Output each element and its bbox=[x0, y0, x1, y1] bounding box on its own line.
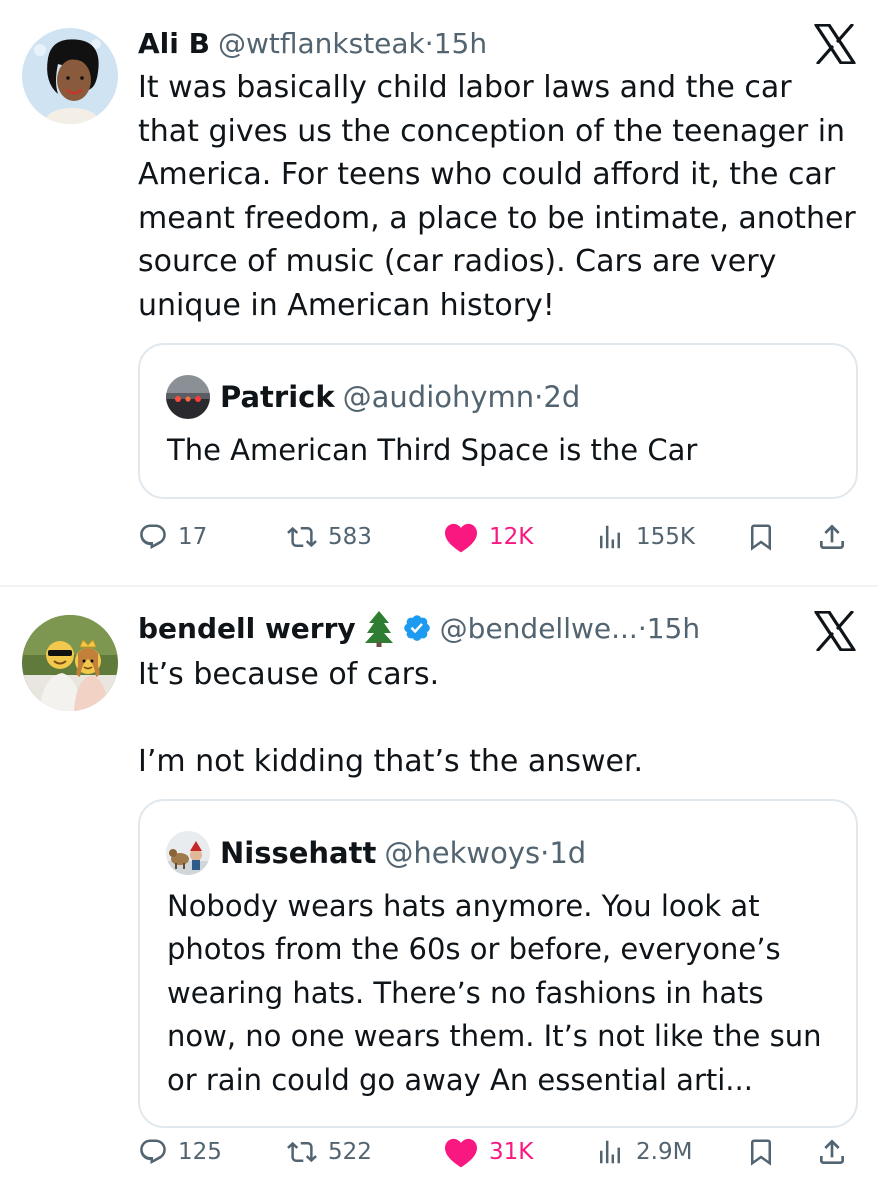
share-button[interactable] bbox=[816, 1127, 848, 1177]
quote-header: Nissehatt @hekwoys · 1d bbox=[166, 831, 586, 875]
quote-header: Patrick @audiohymn · 2d bbox=[166, 375, 580, 419]
quote-author-handle[interactable]: @hekwoys bbox=[384, 836, 540, 870]
quote-timestamp[interactable]: 1d bbox=[549, 836, 586, 870]
repost-button[interactable]: 522 bbox=[286, 1127, 372, 1177]
bookmark-icon bbox=[746, 521, 776, 553]
views-icon bbox=[594, 1137, 626, 1167]
quoted-tweet[interactable]: Nissehatt @hekwoys · 1d Nobody wears hat… bbox=[138, 799, 858, 1128]
views-button[interactable]: 155K bbox=[594, 512, 695, 562]
reply-icon bbox=[138, 522, 168, 552]
repost-icon bbox=[286, 1137, 318, 1167]
quote-author-handle[interactable]: @audiohymn bbox=[343, 380, 535, 414]
reply-count: 17 bbox=[178, 524, 208, 550]
quoted-tweet[interactable]: Patrick @audiohymn · 2d The American Thi… bbox=[138, 343, 858, 499]
verified-badge-icon[interactable] bbox=[402, 613, 432, 643]
x-logo-icon bbox=[814, 23, 856, 65]
like-button[interactable]: 31K bbox=[443, 1127, 533, 1177]
separator: · bbox=[424, 26, 434, 60]
quote-timestamp[interactable]: 2d bbox=[543, 380, 580, 414]
share-icon bbox=[816, 521, 848, 553]
evergreen-tree-icon bbox=[364, 609, 394, 647]
reply-button[interactable]: 125 bbox=[138, 1127, 222, 1177]
quote-text: Nobody wears hats anymore. You look at p… bbox=[167, 889, 822, 1097]
reply-count: 125 bbox=[178, 1139, 222, 1165]
avatar[interactable] bbox=[22, 615, 118, 711]
quote-avatar bbox=[166, 831, 210, 875]
like-count: 31K bbox=[489, 1139, 534, 1165]
separator: · bbox=[534, 380, 544, 414]
tweet[interactable]: bendell werry @bendellwe... · 15h It’s b… bbox=[0, 587, 878, 1200]
views-count: 2.9M bbox=[636, 1139, 693, 1165]
tweet-text: It was basically child labor laws and th… bbox=[138, 70, 866, 323]
quote-text: The American Third Space is the Car bbox=[167, 433, 698, 467]
like-count: 12K bbox=[489, 524, 534, 550]
bookmark-button[interactable] bbox=[746, 1127, 776, 1177]
heart-icon bbox=[443, 1136, 479, 1168]
repost-count: 583 bbox=[328, 524, 372, 550]
views-button[interactable]: 2.9M bbox=[594, 1127, 692, 1177]
separator: · bbox=[540, 836, 550, 870]
heart-icon bbox=[443, 521, 479, 553]
tweet-text: It’s because of cars. I’m not kidding th… bbox=[138, 657, 644, 779]
bookmark-icon bbox=[746, 1136, 776, 1168]
reply-icon bbox=[138, 1137, 168, 1167]
author-name[interactable]: bendell werry bbox=[138, 612, 356, 645]
reply-button[interactable]: 17 bbox=[138, 512, 207, 562]
author-handle[interactable]: @wtflanksteak bbox=[218, 27, 425, 60]
share-icon bbox=[816, 1136, 848, 1168]
separator: · bbox=[637, 611, 647, 645]
quote-avatar bbox=[166, 375, 210, 419]
timestamp[interactable]: 15h bbox=[434, 27, 487, 60]
timestamp[interactable]: 15h bbox=[647, 612, 700, 645]
action-bar: 125 522 31K 2.9M bbox=[0, 1127, 878, 1177]
views-count: 155K bbox=[636, 524, 695, 550]
action-bar: 17 583 12K 155K bbox=[0, 512, 878, 562]
author-name[interactable]: Ali B bbox=[138, 27, 210, 60]
tweet[interactable]: Ali B @wtflanksteak · 15h It was basical… bbox=[0, 0, 878, 585]
repost-button[interactable]: 583 bbox=[286, 512, 372, 562]
share-button[interactable] bbox=[816, 512, 848, 562]
avatar[interactable] bbox=[22, 28, 118, 124]
x-logo-icon bbox=[814, 610, 856, 652]
repost-icon bbox=[286, 522, 318, 552]
bookmark-button[interactable] bbox=[746, 512, 776, 562]
like-button[interactable]: 12K bbox=[443, 512, 533, 562]
views-icon bbox=[594, 522, 626, 552]
quote-author-name[interactable]: Nissehatt bbox=[220, 836, 376, 870]
author-handle[interactable]: @bendellwe... bbox=[440, 612, 638, 645]
tweet-header: bendell werry @bendellwe... · 15h bbox=[138, 608, 878, 648]
repost-count: 522 bbox=[328, 1139, 372, 1165]
tweet-header: Ali B @wtflanksteak · 15h bbox=[138, 23, 878, 63]
quote-author-name[interactable]: Patrick bbox=[220, 380, 335, 414]
